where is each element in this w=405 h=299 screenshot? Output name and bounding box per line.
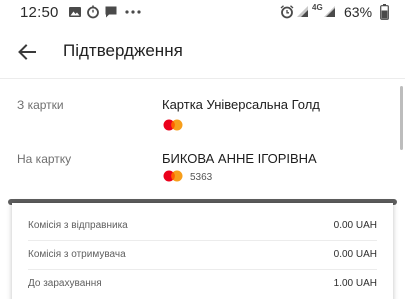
fee-label: Комісія з відправника — [28, 220, 128, 231]
signal-4g-icon — [324, 6, 335, 17]
battery-percent: 63% — [344, 4, 373, 20]
fee-row-to-credit: До зарахування 1.00 UAH — [28, 278, 377, 296]
fees-bottom-sheet: Комісія з відправника 0.00 UAH Комісія з… — [12, 203, 393, 299]
to-card-label: На картку — [17, 152, 72, 166]
mastercard-logo-icon — [163, 170, 183, 182]
mastercard-logo-icon — [163, 119, 183, 131]
page-title: Підтвердження — [63, 41, 183, 60]
fee-divider — [28, 269, 377, 270]
to-card-masked-number: 5363 — [190, 172, 213, 183]
fee-value: 1.00 UAH — [333, 278, 377, 289]
back-button[interactable] — [14, 39, 40, 65]
battery-icon — [380, 4, 389, 20]
message-icon — [105, 6, 117, 18]
fee-label: До зарахування — [28, 278, 102, 289]
to-card-holder-name: БИКОВА АННЕ ІГОРІВНА — [162, 151, 317, 166]
timer-icon — [87, 5, 99, 19]
app-bar: Підтвердження — [0, 26, 405, 78]
app-bar-divider — [0, 78, 405, 79]
scroll-indicator[interactable] — [400, 86, 403, 150]
from-card-label: З картки — [17, 98, 64, 112]
image-icon — [69, 7, 81, 17]
fee-value: 0.00 UAH — [333, 249, 377, 260]
status-bar: 12:50 4G 63% — [0, 0, 405, 26]
from-card-name: Картка Універсальна Голд — [162, 97, 320, 112]
arrow-back-icon — [18, 44, 36, 60]
confirmation-screen: 12:50 4G 63% Підтвердження З картки Карт… — [0, 0, 405, 299]
more-dots-icon — [125, 10, 141, 14]
alarm-icon — [280, 5, 294, 19]
fee-row-sender: Комісія з відправника 0.00 UAH — [28, 220, 377, 238]
signal-icon — [297, 6, 308, 17]
status-time: 12:50 — [20, 4, 59, 21]
fee-row-recipient: Комісія з отримувача 0.00 UAH — [28, 249, 377, 267]
network-type: 4G — [312, 3, 323, 12]
fee-label: Комісія з отримувача — [28, 249, 126, 260]
fee-value: 0.00 UAH — [333, 220, 377, 231]
fee-divider — [28, 240, 377, 241]
